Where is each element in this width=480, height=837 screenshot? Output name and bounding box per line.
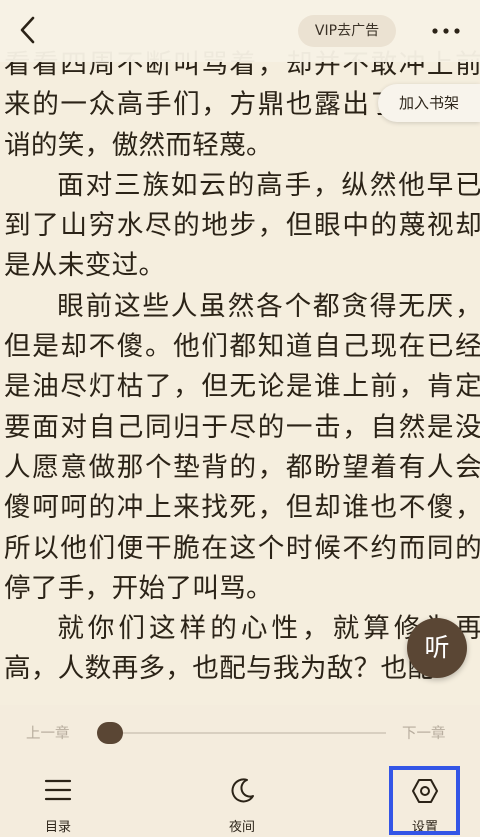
paragraph-3: 眼前这些人虽然各个都贪得无厌，但是却不傻。他们都知道自己现在已经是油尽灯枯了，但… [4,290,480,604]
chapter-progress-bar: 上一章 下一章 [0,705,480,763]
reader-page[interactable]: 看看四周不断叫骂着，却并不敢冲上前来的一众高手们，方鼎也露出了一抹讥诮的笑，傲然… [0,0,480,705]
bottom-nav: 目录 夜间 设置 [0,763,480,837]
progress-track[interactable] [98,732,386,734]
add-to-bookshelf-button[interactable]: 加入书架 [378,84,480,122]
chapter-text: 看看四周不断叫骂着，却并不敢冲上前来的一众高手们，方鼎也露出了一抹讥诮的笑，傲然… [4,45,480,690]
nav-catalog-label: 目录 [44,820,71,835]
vip-remove-ads-button[interactable]: VIP去广告 [298,15,396,47]
top-bar: VIP去广告 [0,0,480,62]
next-chapter-button[interactable]: 下一章 [402,722,446,743]
settings-gear-icon [412,779,438,803]
progress-slider-thumb[interactable] [96,722,123,744]
nav-night-label: 夜间 [228,820,255,835]
nav-night-mode[interactable]: 夜间 [202,763,282,837]
nav-settings-label: 设置 [411,820,438,835]
moon-icon [231,778,254,803]
catalog-menu-icon [44,779,72,801]
nav-settings[interactable]: 设置 [385,763,465,837]
prev-chapter-button[interactable]: 上一章 [26,722,70,743]
nav-catalog[interactable]: 目录 [18,763,98,837]
listen-button[interactable]: 听 [407,618,467,678]
back-arrow-icon[interactable] [12,14,44,46]
more-dots-icon[interactable] [428,18,464,44]
paragraph-2: 面对三族如云的高手，纵然他早已到了山穷水尽的地步，但眼中的蔑视却是从未变过。 [4,169,480,282]
